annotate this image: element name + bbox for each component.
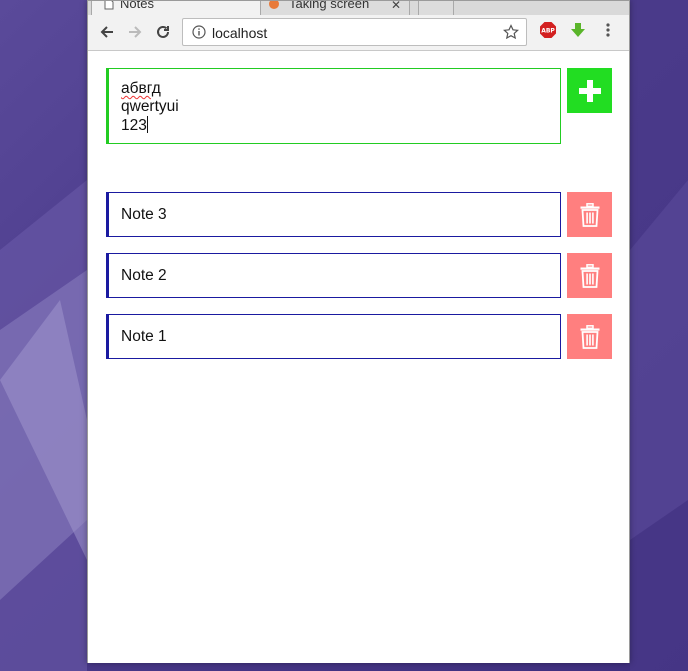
- tab-strip: Notes ✕ Taking screen ✕: [88, 1, 629, 15]
- tab-title: Notes: [120, 1, 154, 11]
- note-text: Note 1: [121, 327, 167, 345]
- tab-taking-screen[interactable]: Taking screen ✕: [260, 1, 410, 15]
- info-icon[interactable]: [192, 25, 206, 39]
- input-line-3: 123: [121, 117, 147, 134]
- delete-note-button[interactable]: [567, 314, 612, 359]
- browser-toolbar: localhost ABP: [88, 15, 629, 51]
- trash-icon: [580, 263, 599, 288]
- tab-notes[interactable]: Notes ✕: [91, 1, 281, 15]
- svg-text:ABP: ABP: [541, 28, 555, 35]
- url-text: localhost: [212, 25, 268, 41]
- delete-note-button[interactable]: [567, 253, 612, 298]
- back-button[interactable]: [96, 21, 118, 43]
- input-line-2: qwertyui: [121, 98, 179, 115]
- note-item[interactable]: Note 1: [106, 314, 561, 359]
- plus-icon: [578, 79, 601, 102]
- forward-arrow-icon: [129, 26, 142, 38]
- page-icon: [104, 1, 114, 10]
- tab-close-icon[interactable]: ✕: [391, 1, 401, 11]
- note-text: Note 2: [121, 266, 167, 284]
- address-bar[interactable]: localhost: [182, 18, 527, 46]
- delete-note-button[interactable]: [567, 192, 612, 237]
- trash-icon: [580, 202, 599, 227]
- trash-icon: [580, 324, 599, 349]
- new-tab-button[interactable]: [418, 1, 454, 15]
- tab-title: Taking screen: [289, 1, 370, 11]
- note-text: Note 3: [121, 205, 167, 223]
- text-caret: [146, 116, 148, 133]
- site-favicon-icon: [269, 1, 279, 9]
- note-item[interactable]: Note 2: [106, 253, 561, 298]
- browser-window: Notes ✕ Taking screen ✕ localhost ABP: [87, 0, 630, 663]
- bookmark-star-icon[interactable]: [503, 24, 519, 40]
- page-content: абвгд qwertyui 123 Note 3 Note 2 Note 1: [88, 51, 629, 663]
- reload-icon: [157, 25, 169, 38]
- download-arrow-icon[interactable]: [569, 21, 587, 39]
- back-arrow-icon: [100, 26, 113, 38]
- note-input[interactable]: абвгд qwertyui 123: [106, 68, 561, 144]
- note-item[interactable]: Note 3: [106, 192, 561, 237]
- reload-button[interactable]: [152, 21, 174, 43]
- menu-kebab-icon[interactable]: [605, 21, 611, 39]
- input-line-1: абвгд: [121, 80, 161, 97]
- add-note-button[interactable]: [567, 68, 612, 113]
- forward-button[interactable]: [124, 21, 146, 43]
- abp-icon[interactable]: ABP: [539, 21, 557, 39]
